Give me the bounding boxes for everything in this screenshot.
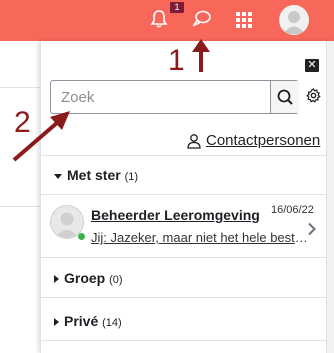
person-icon (187, 134, 201, 149)
divider (0, 206, 40, 207)
search-box (50, 80, 299, 114)
close-drawer-icon[interactable]: ✕ (305, 59, 319, 72)
bell-icon[interactable] (150, 9, 168, 34)
conversation-date: 16/06/22 (271, 204, 314, 216)
page-content-edge (0, 41, 40, 353)
section-private[interactable]: Privé (14) (54, 313, 122, 329)
search-input[interactable] (51, 81, 269, 113)
section-count: (1) (124, 171, 139, 183)
conversation-preview[interactable]: Jij: Jazeker, maar niet het hele bestand (91, 230, 311, 245)
divider (41, 194, 327, 195)
caret-down-icon (54, 173, 62, 179)
annotation-number-1: 1 (168, 44, 185, 77)
annotation-arrow-up (192, 39, 210, 72)
divider (41, 297, 327, 298)
drawer-scrollbar[interactable] (326, 41, 334, 353)
divider (41, 257, 327, 258)
caret-right-icon (54, 275, 59, 284)
conversation-name[interactable]: Beheerder Leeromgeving (91, 207, 260, 223)
search-icon (277, 89, 293, 105)
online-status-indicator (78, 233, 85, 240)
user-avatar[interactable] (279, 5, 309, 35)
settings-gear-icon[interactable] (306, 88, 321, 108)
contacts-link-label: Contactpersonen (206, 132, 321, 149)
section-title: Met ster (67, 167, 121, 183)
search-button[interactable] (270, 81, 299, 113)
caret-right-icon (54, 318, 59, 327)
section-title: Groep (64, 270, 106, 286)
chevron-right-icon[interactable] (307, 222, 317, 241)
section-group[interactable]: Groep (0) (54, 270, 123, 286)
section-title: Privé (64, 313, 99, 329)
notification-badge: 1 (170, 2, 184, 13)
divider (0, 87, 40, 88)
section-count: (0) (109, 274, 123, 286)
messages-icon[interactable] (192, 9, 212, 34)
section-starred[interactable]: Met ster (1) (54, 167, 138, 183)
divider (41, 340, 327, 341)
top-navbar: 1 (0, 0, 334, 41)
section-count: (14) (102, 317, 122, 329)
divider (41, 155, 327, 156)
app-grid-icon[interactable] (236, 12, 252, 33)
annotation-arrow-diagonal (12, 111, 70, 162)
